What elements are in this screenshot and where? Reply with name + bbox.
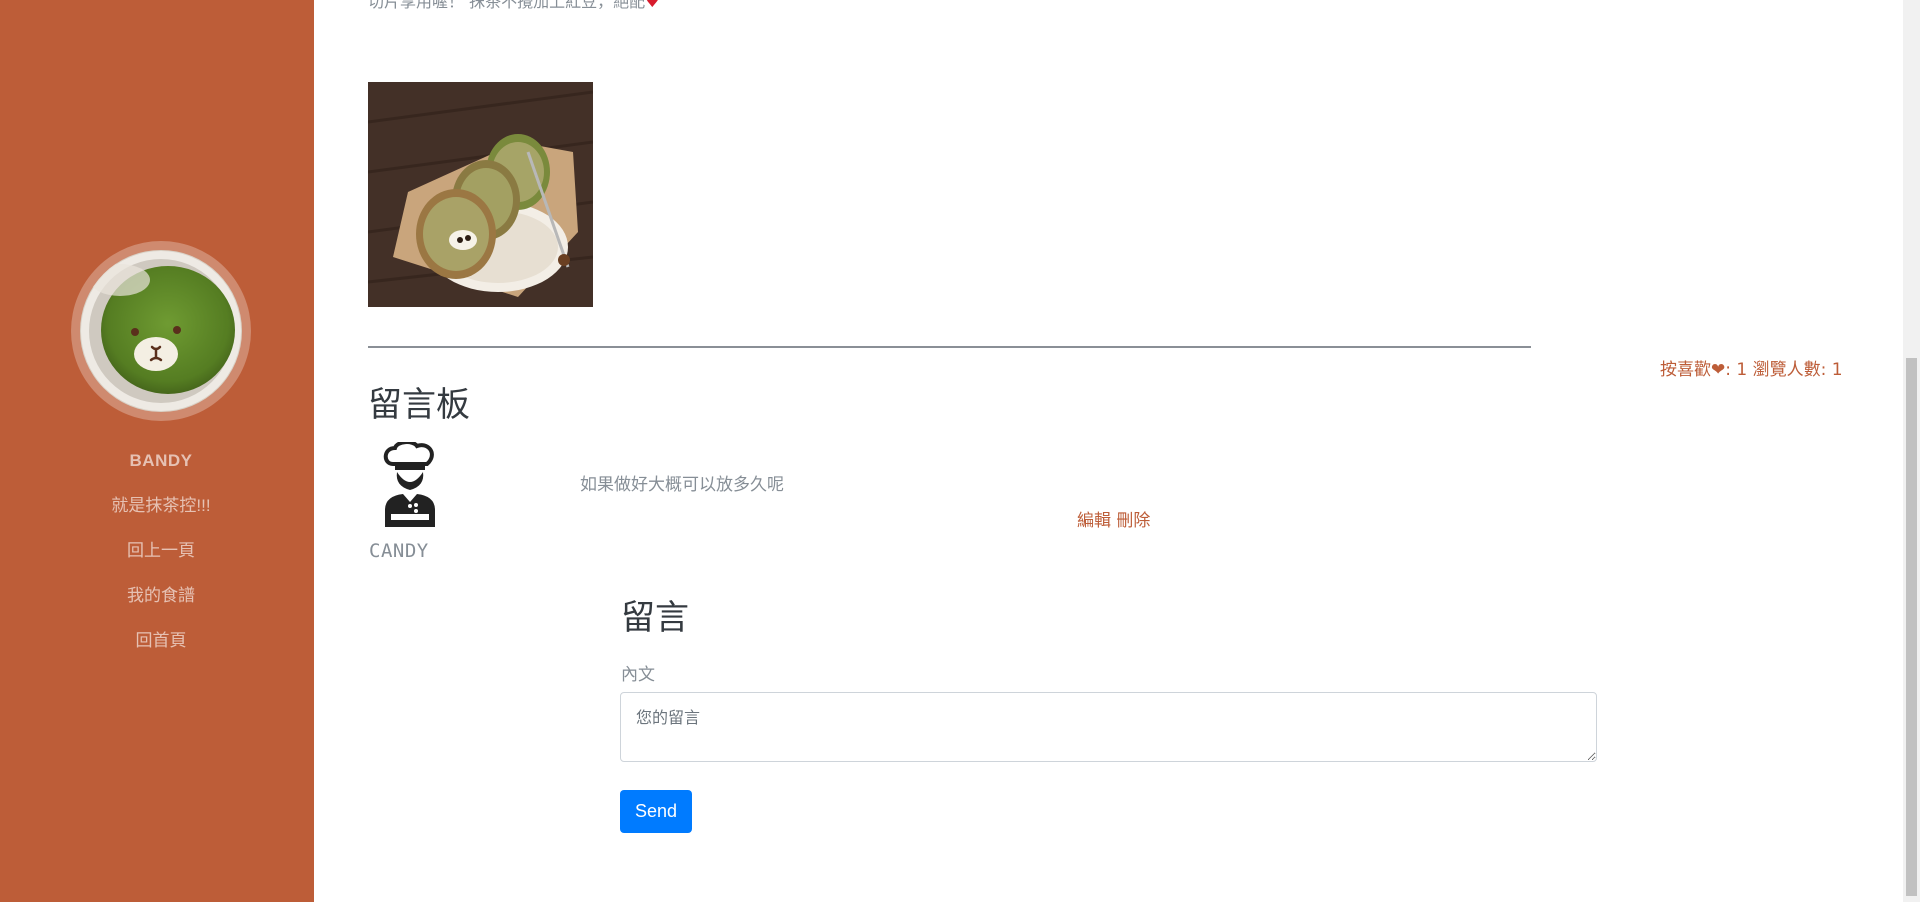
edit-link[interactable]: 編輯 bbox=[1077, 511, 1111, 531]
page-scrollbar[interactable] bbox=[1903, 0, 1920, 902]
heart-icon: ♥ bbox=[645, 0, 660, 11]
post-text: 切片享用喔！ 抹茶不攪加上紅豆，絕配 bbox=[368, 0, 646, 11]
post-text-truncated: 切片享用喔！ 抹茶不攪加上紅豆，絕配♥ bbox=[368, 0, 659, 12]
content-label: 內文 bbox=[621, 665, 655, 685]
delete-link[interactable]: 刪除 bbox=[1116, 511, 1150, 531]
sidebar-item-my-recipes[interactable]: 我的食譜 bbox=[0, 582, 322, 627]
matcha-latte-bear-image bbox=[80, 250, 242, 412]
sidebar: BANDY 就是抹茶控!!! 回上一頁 我的食譜 回首頁 bbox=[0, 0, 314, 902]
message-board-title: 留言板 bbox=[368, 385, 470, 425]
comment-body: 如果做好大概可以放多久呢 bbox=[580, 475, 784, 495]
sidebar-brand[interactable]: BANDY bbox=[0, 447, 322, 492]
comment-author: CANDY bbox=[369, 540, 429, 562]
sidebar-item-home[interactable]: 回首頁 bbox=[0, 627, 322, 672]
sidebar-item-matcha[interactable]: 就是抹茶控!!! bbox=[0, 492, 322, 537]
recipe-photo bbox=[368, 82, 593, 307]
sidebar-nav: BANDY 就是抹茶控!!! 回上一頁 我的食譜 回首頁 bbox=[0, 447, 322, 672]
scrollbar-thumb[interactable] bbox=[1906, 358, 1917, 896]
sidebar-item-back[interactable]: 回上一頁 bbox=[0, 537, 322, 582]
send-button[interactable]: Send bbox=[620, 790, 692, 833]
comment-actions: 編輯 刪除 bbox=[1077, 506, 1150, 531]
profile-avatar[interactable] bbox=[71, 241, 251, 421]
comment-form-title: 留言 bbox=[621, 598, 689, 638]
like-view-stats[interactable]: 按喜歡❤: 1 瀏覽人數: 1 bbox=[1660, 355, 1843, 380]
chef-avatar-icon bbox=[381, 440, 439, 527]
section-divider bbox=[368, 346, 1531, 348]
comment-textarea[interactable] bbox=[620, 692, 1597, 762]
